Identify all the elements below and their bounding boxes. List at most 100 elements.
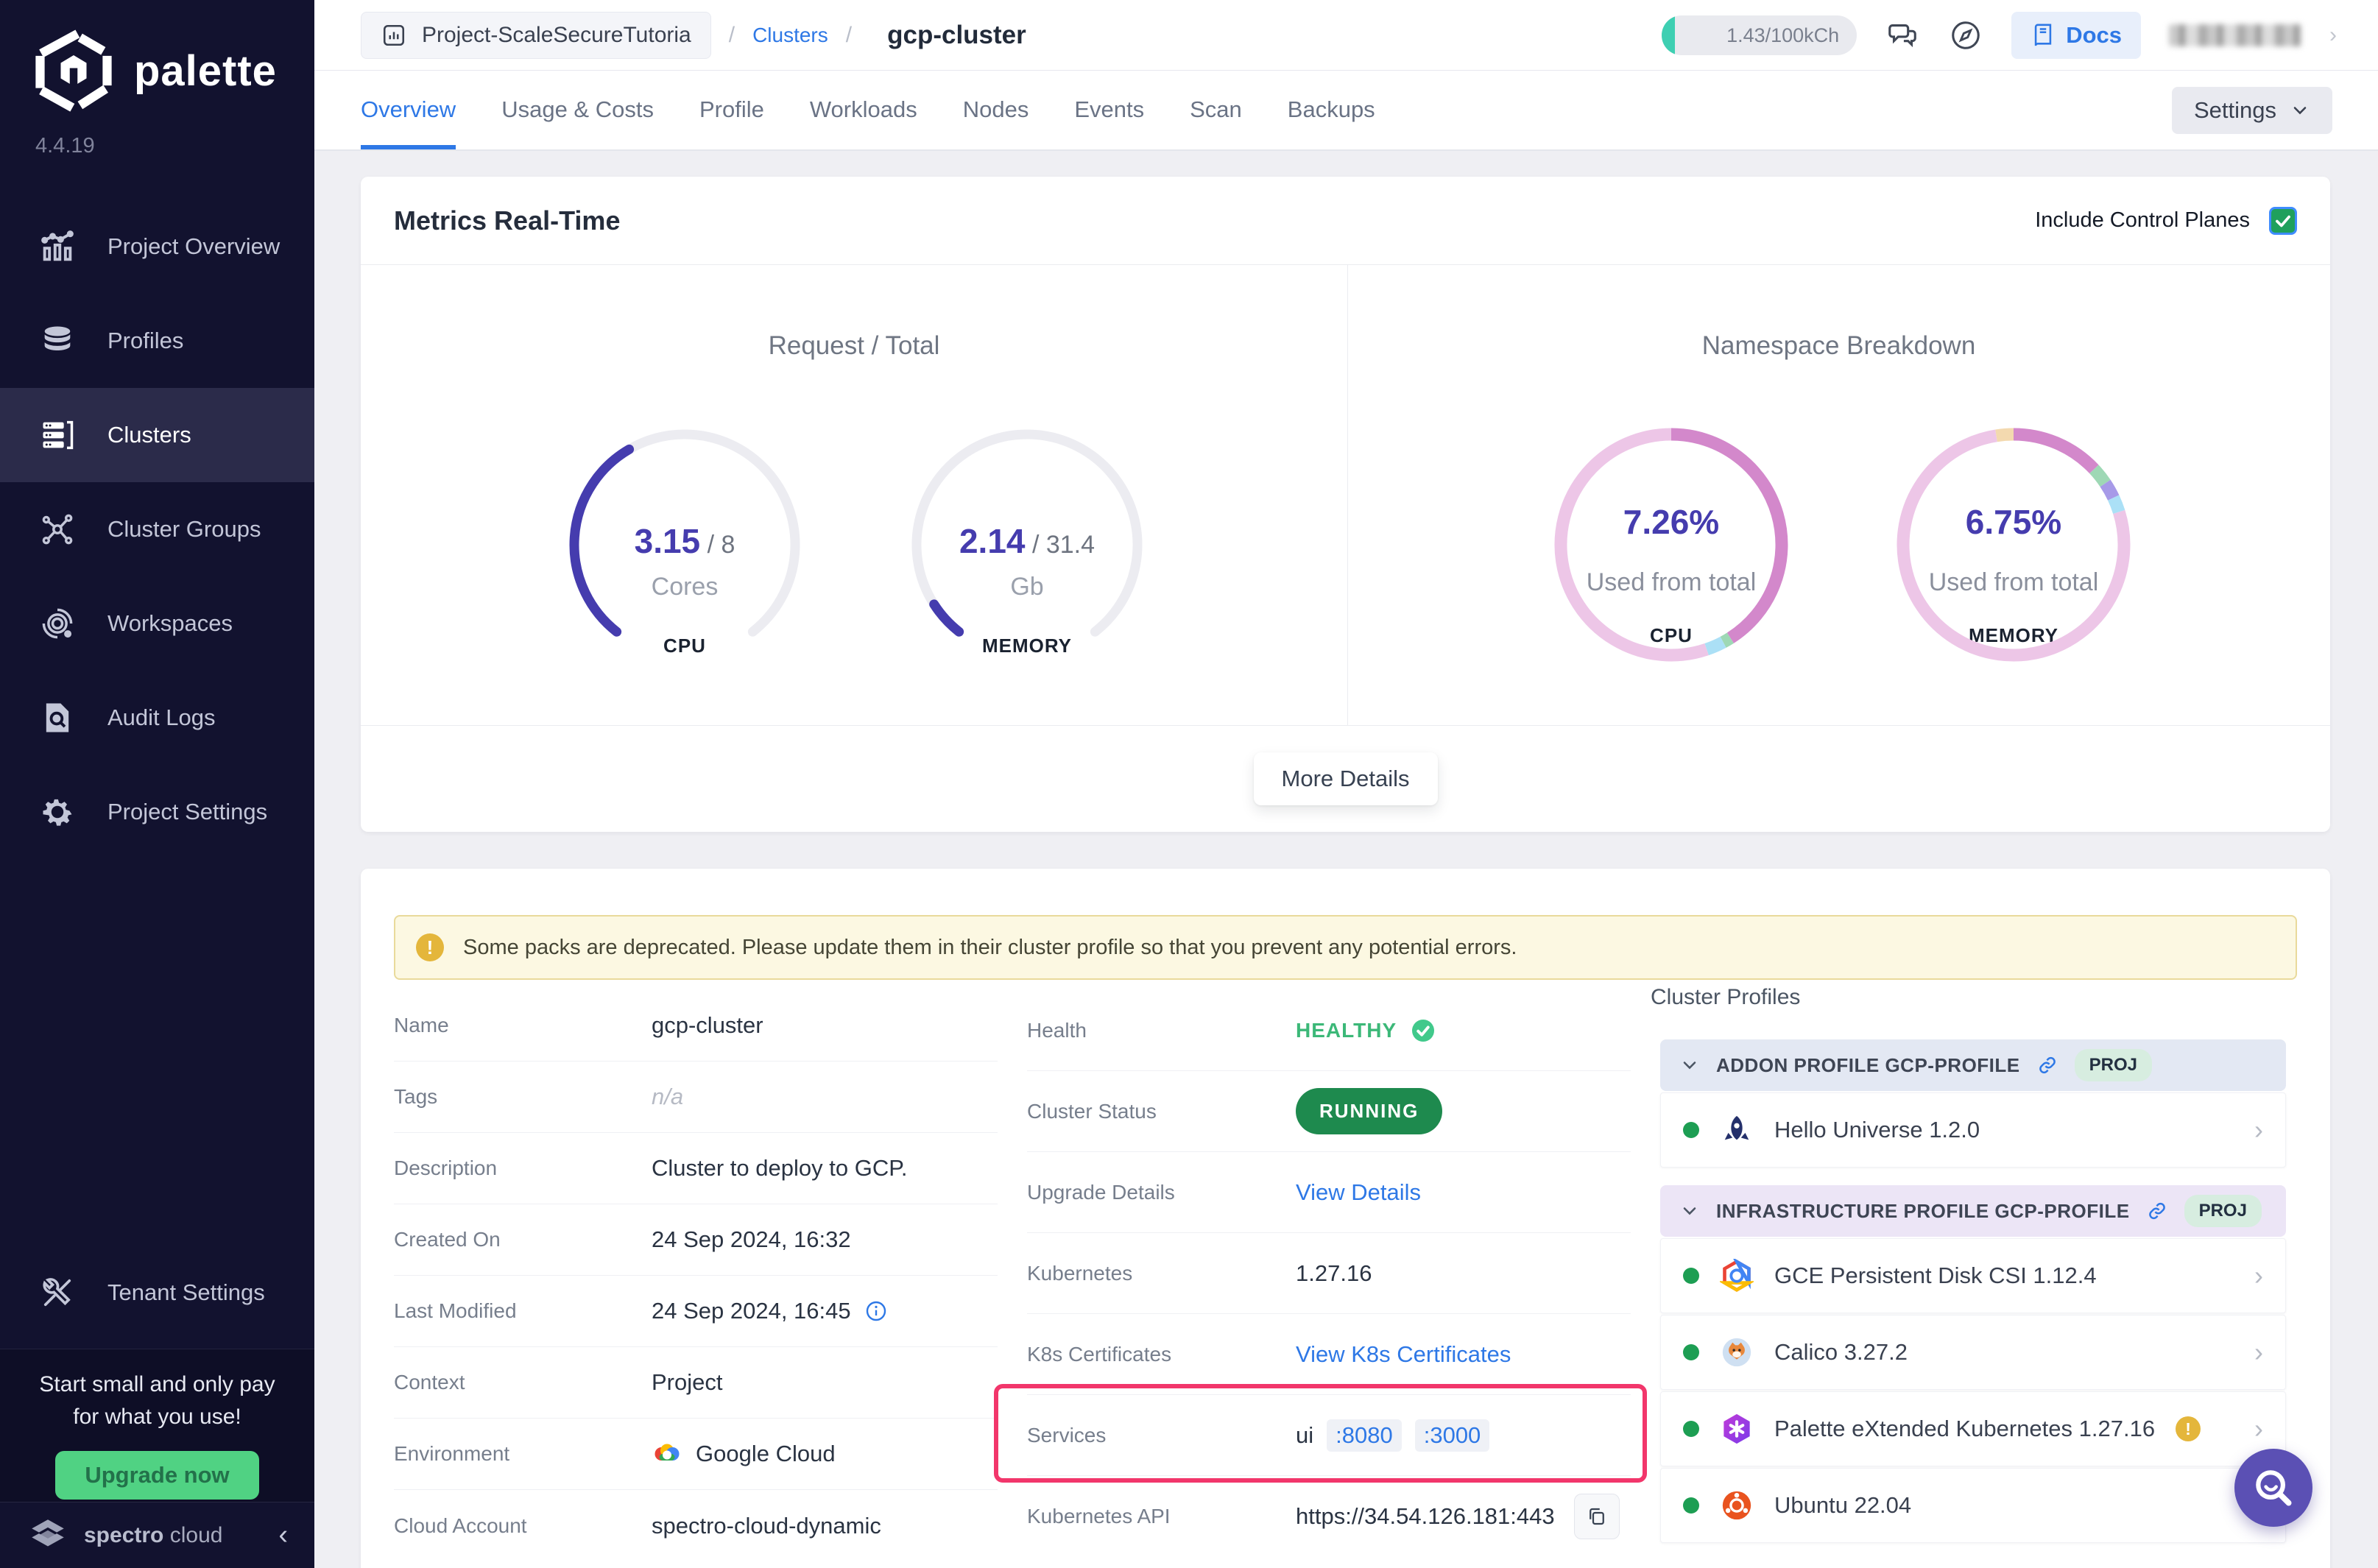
service-port-3000-link[interactable]: :3000 <box>1415 1419 1490 1452</box>
sidebar-nav: Project Overview Profiles Clusters Clust… <box>0 199 314 859</box>
copy-api-url-button[interactable] <box>1574 1494 1620 1539</box>
chevron-down-icon <box>2290 100 2310 121</box>
tab-events[interactable]: Events <box>1074 71 1144 149</box>
sidebar-footer: spectro cloud ‹ <box>0 1502 314 1568</box>
link-icon <box>2036 1054 2058 1076</box>
sidebar: palette 4.4.19 Project Overview Profiles… <box>0 0 314 1568</box>
gce-persistent-disk-icon <box>1720 1259 1754 1293</box>
cluster-tabs: Overview Usage & Costs Profile Workloads… <box>314 71 2378 151</box>
sidebar-item-audit-logs[interactable]: Audit Logs <box>0 671 314 765</box>
service-name: ui <box>1296 1422 1313 1449</box>
profile-pack-ubuntu[interactable]: Ubuntu 22.04 › <box>1660 1468 2286 1543</box>
healthy-check-icon <box>1410 1017 1436 1044</box>
project-selector[interactable]: Project-ScaleSecureTutoria <box>361 12 711 59</box>
detail-row-upgrade-details: Upgrade Details View Details <box>1027 1152 1631 1233</box>
copy-icon <box>1586 1505 1608 1528</box>
include-control-planes-checkbox[interactable] <box>2269 207 2297 235</box>
detail-row-name: Name gcp-cluster <box>394 990 998 1062</box>
tab-scan[interactable]: Scan <box>1190 71 1242 149</box>
metrics-card: Metrics Real-Time Include Control Planes… <box>361 177 2330 832</box>
user-menu[interactable] <box>2169 24 2301 46</box>
usage-meter-text: 1.43/100kCh <box>1726 15 1839 55</box>
chevron-right-icon: › <box>2254 1260 2263 1291</box>
ubuntu-icon <box>1720 1488 1754 1522</box>
chevron-right-icon: › <box>2254 1337 2263 1368</box>
support-search-fab[interactable] <box>2234 1449 2312 1527</box>
breadcrumb-separator: / <box>729 23 735 48</box>
page-title: gcp-cluster <box>887 21 1026 50</box>
breadcrumb-clusters-link[interactable]: Clusters <box>752 24 828 47</box>
infrastructure-profile-header[interactable]: INFRASTRUCTURE PROFILE GCP-PROFILE PROJ <box>1660 1185 2286 1237</box>
sidebar-item-clusters[interactable]: Clusters <box>0 388 314 482</box>
tab-nodes[interactable]: Nodes <box>963 71 1029 149</box>
promo-text: Start small and only pay for what you us… <box>0 1349 314 1433</box>
tab-overview[interactable]: Overview <box>361 71 456 149</box>
network-icon <box>38 510 77 548</box>
detail-row-cloud-account: Cloud Account spectro-cloud-dynamic <box>394 1490 998 1561</box>
pack-warning-icon: ! <box>2176 1416 2201 1441</box>
sidebar-item-label: Project Settings <box>107 799 267 825</box>
sidebar-item-project-overview[interactable]: Project Overview <box>0 199 314 294</box>
sidebar-tenant-settings-wrap: Tenant Settings <box>0 1246 314 1340</box>
service-port-8080-link[interactable]: :8080 <box>1327 1419 1402 1452</box>
namespace-breakdown-title: Namespace Breakdown <box>1347 331 2330 361</box>
compass-icon <box>1949 18 1983 52</box>
profile-pack-hello-universe[interactable]: Hello Universe 1.2.0 › <box>1660 1092 2286 1168</box>
sidebar-item-project-settings[interactable]: Project Settings <box>0 765 314 859</box>
topbar-right: 1.43/100kCh Docs › <box>1662 12 2337 59</box>
request-total-title: Request / Total <box>361 331 1347 361</box>
pack-status-dot <box>1683 1497 1699 1514</box>
proj-scope-badge: PROJ <box>2075 1049 2152 1081</box>
upgrade-now-button[interactable]: Upgrade now <box>55 1451 258 1500</box>
addon-profile-label: ADDON PROFILE GCP-PROFILE <box>1716 1054 2020 1077</box>
view-details-link[interactable]: View Details <box>1296 1179 1421 1206</box>
more-details-button[interactable]: More Details <box>1254 752 1438 805</box>
warning-icon: ! <box>416 933 444 961</box>
profile-pack-palette-extended-kubernetes[interactable]: Palette eXtended Kubernetes 1.27.16 ! › <box>1660 1391 2286 1466</box>
tab-profile[interactable]: Profile <box>699 71 764 149</box>
profile-pack-gce-persistent-disk[interactable]: GCE Persistent Disk CSI 1.12.4 › <box>1660 1238 2286 1313</box>
detail-row-last-modified: Last Modified 24 Sep 2024, 16:45 <box>394 1276 998 1347</box>
health-status: HEALTHY <box>1296 1019 1397 1042</box>
brand-logo: palette <box>0 0 314 112</box>
docs-button[interactable]: Docs <box>2011 12 2141 59</box>
settings-dropdown-button[interactable]: Settings <box>2172 87 2332 134</box>
sidebar-item-workspaces[interactable]: Workspaces <box>0 576 314 671</box>
sidebar-item-cluster-groups[interactable]: Cluster Groups <box>0 482 314 576</box>
memory-gauge: 2.14 / 31.4 Gb MEMORY <box>895 412 1160 677</box>
app-version: 4.4.19 <box>0 112 314 158</box>
pack-status-dot <box>1683 1421 1699 1437</box>
chat-button[interactable] <box>1885 18 1920 53</box>
gear-icon <box>38 793 77 831</box>
addon-profile-header[interactable]: ADDON PROFILE GCP-PROFILE PROJ <box>1660 1039 2286 1091</box>
sidebar-collapse-button[interactable]: ‹ <box>278 1519 288 1551</box>
include-control-planes-label: Include Control Planes <box>2035 208 2250 233</box>
check-icon <box>2273 211 2293 230</box>
tab-usage-costs[interactable]: Usage & Costs <box>501 71 654 149</box>
pack-status-dot <box>1683 1344 1699 1360</box>
sidebar-item-tenant-settings[interactable]: Tenant Settings <box>0 1246 314 1340</box>
palette-logo-icon <box>32 29 115 112</box>
sidebar-item-profiles[interactable]: Profiles <box>0 294 314 388</box>
chevron-down-icon <box>1679 1055 1700 1076</box>
detail-row-kubernetes-api: Kubernetes API https://34.54.126.181:443 <box>1027 1476 1631 1557</box>
settings-label: Settings <box>2194 97 2276 124</box>
memory-namespace-donut: 6.75% Used from total MEMORY <box>1881 412 2146 677</box>
doc-search-icon <box>38 699 77 737</box>
metrics-card-footer: More Details <box>361 725 2330 831</box>
usage-meter-fill <box>1662 15 1675 55</box>
view-k8s-certificates-link[interactable]: View K8s Certificates <box>1296 1341 1511 1368</box>
tab-workloads[interactable]: Workloads <box>810 71 917 149</box>
calico-icon <box>1720 1335 1754 1369</box>
info-icon[interactable] <box>864 1299 888 1323</box>
tab-backups[interactable]: Backups <box>1288 71 1375 149</box>
magnifier-smile-icon <box>2251 1465 2296 1511</box>
explore-button[interactable] <box>1948 18 1983 53</box>
project-chart-icon <box>381 22 407 49</box>
sidebar-item-label: Project Overview <box>107 233 280 260</box>
palette-extended-kubernetes-icon <box>1720 1412 1754 1446</box>
warning-text: Some packs are deprecated. Please update… <box>463 936 1517 960</box>
profile-pack-calico[interactable]: Calico 3.27.2 › <box>1660 1315 2286 1390</box>
footer-brand: spectro cloud <box>84 1523 222 1548</box>
detail-row-cluster-status: Cluster Status RUNNING <box>1027 1071 1631 1152</box>
